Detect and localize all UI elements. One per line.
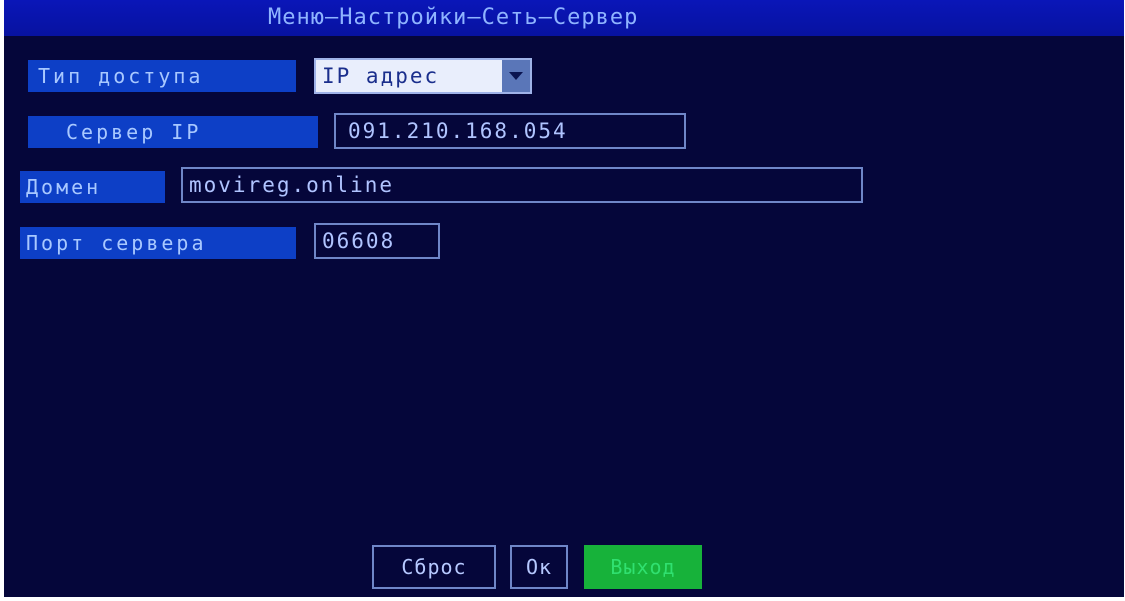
server-ip-label: Сервер IP (28, 116, 318, 148)
server-port-input[interactable]: 06608 (314, 223, 440, 259)
reset-button[interactable]: Сброс (372, 545, 496, 589)
osd-screen: Меню–Настройки–Сеть–Сервер Тип доступа I… (4, 0, 1124, 597)
title-bar: Меню–Настройки–Сеть–Сервер (4, 0, 1124, 36)
exit-button[interactable]: Выход (584, 545, 702, 589)
server-port-label: Порт сервера (20, 227, 296, 259)
server-ip-input[interactable]: 091.210.168.054 (334, 113, 686, 149)
chevron-down-icon[interactable] (502, 60, 530, 92)
domain-label: Домен (20, 171, 165, 203)
access-type-value: IP адрес (322, 64, 440, 88)
page-title: Меню–Настройки–Сеть–Сервер (268, 5, 639, 30)
ok-button[interactable]: Ок (510, 545, 568, 589)
access-type-label: Тип доступа (28, 60, 296, 92)
domain-input[interactable]: movireg.online (181, 167, 863, 203)
access-type-select[interactable]: IP адрес (314, 58, 532, 94)
